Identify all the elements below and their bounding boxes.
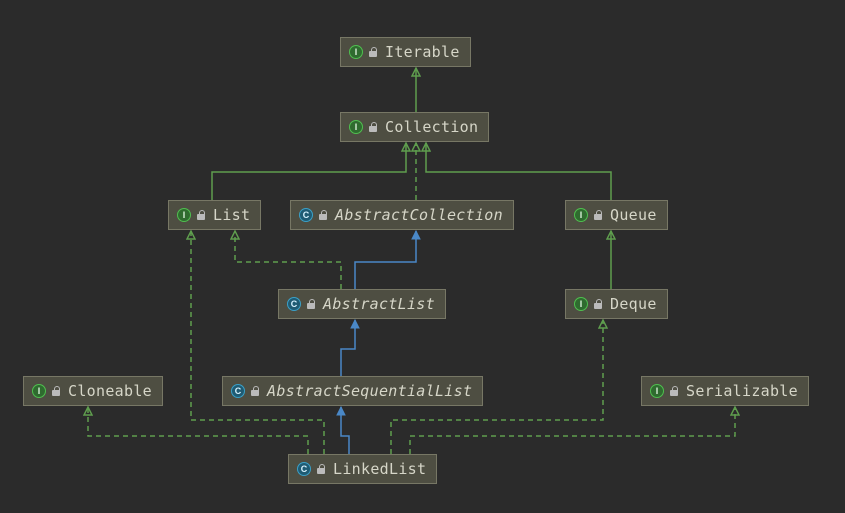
class-icon: C bbox=[297, 462, 311, 476]
lock-icon bbox=[319, 210, 329, 220]
node-label: Collection bbox=[385, 118, 478, 136]
lock-icon bbox=[317, 464, 327, 474]
interface-icon: I bbox=[574, 208, 588, 222]
interface-icon: I bbox=[349, 45, 363, 59]
node-label: AbstractCollection bbox=[335, 206, 503, 224]
lock-icon bbox=[307, 299, 317, 309]
node-serializable[interactable]: I Serializable bbox=[641, 376, 809, 406]
interface-icon: I bbox=[349, 120, 363, 134]
interface-icon: I bbox=[650, 384, 664, 398]
node-label: Cloneable bbox=[68, 382, 152, 400]
node-iterable[interactable]: I Iterable bbox=[340, 37, 471, 67]
class-icon: C bbox=[287, 297, 301, 311]
node-deque[interactable]: I Deque bbox=[565, 289, 668, 319]
node-cloneable[interactable]: I Cloneable bbox=[23, 376, 163, 406]
node-abstractlist[interactable]: C AbstractList bbox=[278, 289, 446, 319]
lock-icon bbox=[197, 210, 207, 220]
node-abstractcollection[interactable]: C AbstractCollection bbox=[290, 200, 514, 230]
node-label: Serializable bbox=[686, 382, 798, 400]
lock-icon bbox=[251, 386, 261, 396]
node-label: List bbox=[213, 206, 250, 224]
lock-icon bbox=[594, 299, 604, 309]
node-linkedlist[interactable]: C LinkedList bbox=[288, 454, 437, 484]
node-label: LinkedList bbox=[333, 460, 426, 478]
class-icon: C bbox=[231, 384, 245, 398]
node-label: AbstractSequentialList bbox=[267, 382, 472, 400]
class-icon: C bbox=[299, 208, 313, 222]
node-label: Deque bbox=[610, 295, 657, 313]
lock-icon bbox=[594, 210, 604, 220]
node-label: Iterable bbox=[385, 43, 460, 61]
interface-icon: I bbox=[177, 208, 191, 222]
node-collection[interactable]: I Collection bbox=[340, 112, 489, 142]
lock-icon bbox=[52, 386, 62, 396]
node-label: AbstractList bbox=[323, 295, 435, 313]
lock-icon bbox=[369, 122, 379, 132]
lock-icon bbox=[369, 47, 379, 57]
node-abstractsequentiallist[interactable]: C AbstractSequentialList bbox=[222, 376, 483, 406]
node-list[interactable]: I List bbox=[168, 200, 261, 230]
interface-icon: I bbox=[32, 384, 46, 398]
node-label: Queue bbox=[610, 206, 657, 224]
lock-icon bbox=[670, 386, 680, 396]
interface-icon: I bbox=[574, 297, 588, 311]
connector-layer bbox=[0, 0, 845, 513]
node-queue[interactable]: I Queue bbox=[565, 200, 668, 230]
